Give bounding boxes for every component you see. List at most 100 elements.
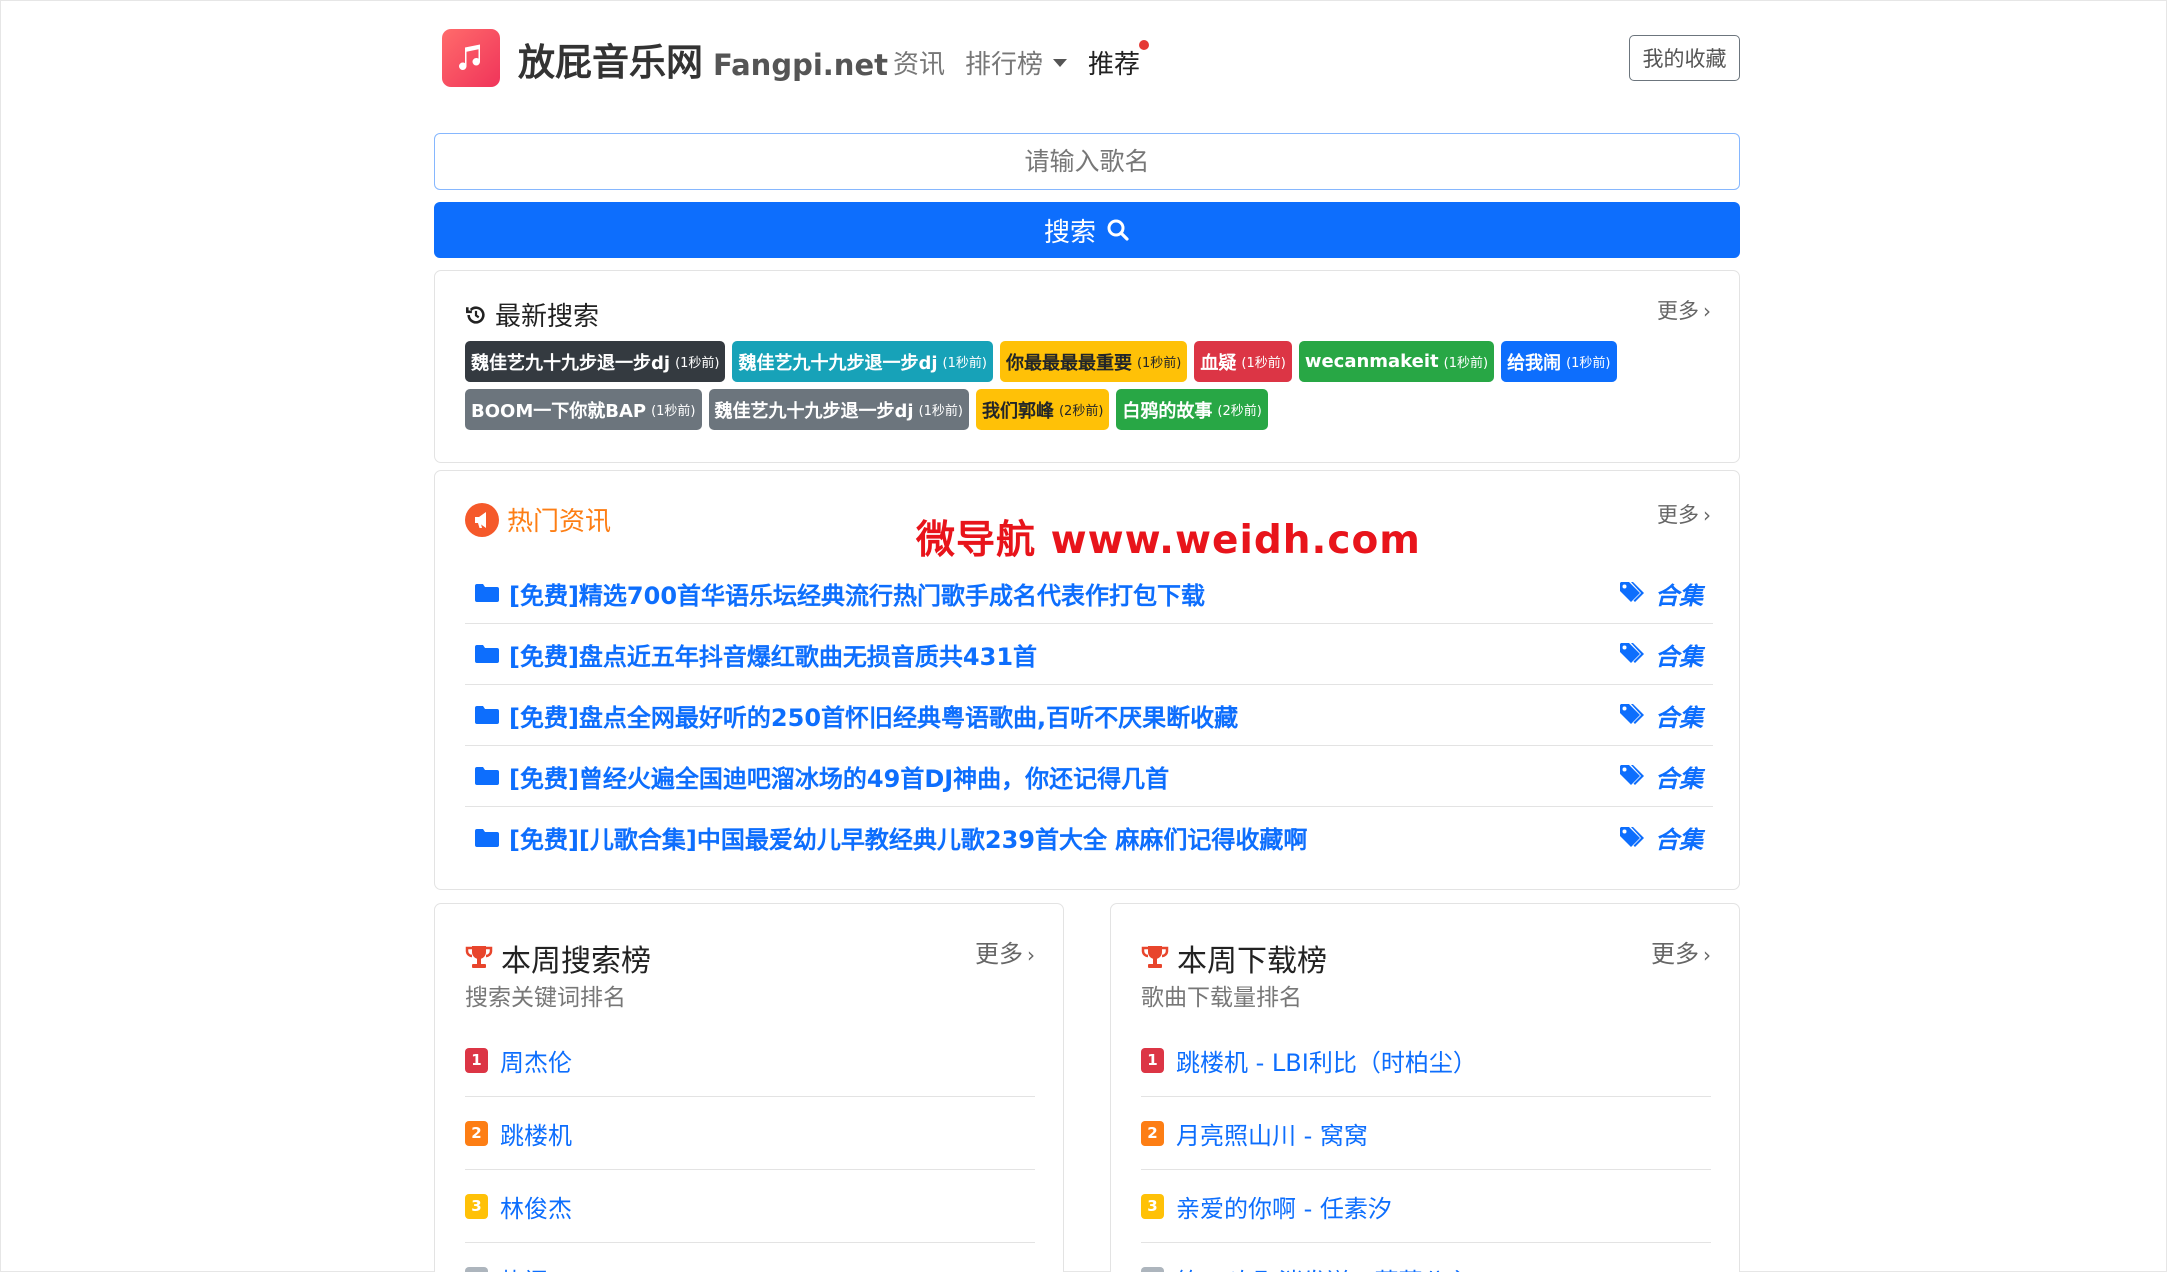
weekly-download-list: 1 跳楼机 - LBI利比（时柏尘） 2 月亮照山川 - 窝窝 3 亲爱的你啊 - 任… bbox=[1141, 1024, 1711, 1272]
rank-song[interactable]: 第57次取消发送 - 菲菲公主 bbox=[1176, 1262, 1470, 1272]
news-list: [免费]精选700首华语乐坛经典流行热门歌手成名代表作打包下载 合集 [免费]盘… bbox=[465, 563, 1713, 868]
latest-search-title-text: 最新搜索 bbox=[495, 302, 600, 332]
rank-number: 2 bbox=[465, 1120, 488, 1146]
rank-item[interactable]: 4 第57次取消发送 - 菲菲公主 bbox=[1141, 1243, 1711, 1272]
search-tag[interactable]: 给我闹 (1秒前) bbox=[1501, 341, 1617, 382]
rank-item[interactable]: 4 热门 bbox=[465, 1243, 1035, 1272]
search-tag[interactable]: 白鸦的故事 (2秒前) bbox=[1116, 389, 1268, 430]
search-tag[interactable]: 我们郭峰 (2秒前) bbox=[975, 389, 1110, 430]
rank-item[interactable]: 1 周杰伦 bbox=[465, 1024, 1035, 1097]
tags-icon bbox=[1620, 826, 1644, 847]
rank-item[interactable]: 3 亲爱的你啊 - 任素汐 bbox=[1141, 1170, 1711, 1243]
rank-song[interactable]: 跳楼机 - LBI利比（时柏尘） bbox=[1176, 1043, 1477, 1078]
news-link[interactable]: [免费]曾经火遍全国迪吧溜冰场的49首DJ神曲，你还记得几首 bbox=[509, 759, 1169, 794]
weekly-download-more-label: 更多 bbox=[1651, 940, 1699, 968]
rank-keyword[interactable]: 林俊杰 bbox=[500, 1189, 572, 1224]
news-link-row[interactable]: [免费]盘点近五年抖音爆红歌曲无损音质共431首 bbox=[475, 637, 1037, 672]
hot-more-link[interactable]: 更多 › bbox=[1657, 499, 1711, 529]
rank-item[interactable]: 3 林俊杰 bbox=[465, 1170, 1035, 1243]
rank-number: 1 bbox=[465, 1047, 488, 1073]
rank-song[interactable]: 月亮照山川 - 窝窝 bbox=[1176, 1116, 1368, 1151]
news-link[interactable]: [免费][儿歌合集]中国最爱幼儿早教经典儿歌239首大全 麻麻们记得收藏啊 bbox=[509, 820, 1307, 855]
trophy-icon bbox=[1141, 946, 1169, 968]
brand-name: 放屁音乐网 bbox=[518, 41, 703, 84]
collection-tag-label: 合集 bbox=[1655, 642, 1703, 671]
search-input[interactable] bbox=[434, 133, 1740, 190]
tags-icon bbox=[1620, 765, 1644, 785]
weekly-search-more-link[interactable]: 更多 › bbox=[975, 934, 1035, 969]
rank-number: 1 bbox=[1141, 1047, 1164, 1073]
collection-tag[interactable]: 合集 bbox=[1619, 576, 1703, 611]
search-tag[interactable]: 血疑 (1秒前) bbox=[1194, 341, 1292, 382]
folder-icon bbox=[475, 767, 499, 785]
folder-icon bbox=[475, 706, 499, 724]
news-item: [免费]精选700首华语乐坛经典流行热门歌手成名代表作打包下载 合集 bbox=[465, 563, 1713, 624]
news-link[interactable]: [免费]盘点近五年抖音爆红歌曲无损音质共431首 bbox=[509, 637, 1037, 672]
weekly-download-more-link[interactable]: 更多 › bbox=[1651, 934, 1711, 969]
nav-recommend[interactable]: 推荐 bbox=[1088, 40, 1150, 81]
rank-keyword[interactable]: 周杰伦 bbox=[500, 1043, 572, 1078]
search-tag-time: (1秒前) bbox=[918, 404, 963, 419]
news-link[interactable]: [免费]精选700首华语乐坛经典流行热门歌手成名代表作打包下载 bbox=[509, 576, 1205, 611]
chevron-right-icon: › bbox=[1703, 299, 1711, 323]
search-button[interactable]: 搜索 bbox=[434, 202, 1740, 258]
search-tag[interactable]: 魏佳艺九十九步退一步dj (1秒前) bbox=[708, 389, 969, 430]
search-tag[interactable]: 魏佳艺九十九步退一步dj (1秒前) bbox=[732, 341, 993, 382]
folder-icon bbox=[475, 828, 499, 847]
brand-domain: Fangpi.net bbox=[713, 48, 888, 82]
collection-tag-label: 合集 bbox=[1655, 581, 1703, 610]
search-tag[interactable]: 你最最最最重要 (1秒前) bbox=[999, 341, 1188, 382]
collection-tag[interactable]: 合集 bbox=[1619, 820, 1703, 855]
brand-link[interactable]: 放屁音乐网 Fangpi.net bbox=[518, 32, 888, 86]
hot-more-label: 更多 bbox=[1657, 503, 1699, 527]
tags-icon bbox=[1620, 582, 1644, 602]
collection-tag[interactable]: 合集 bbox=[1619, 698, 1703, 733]
notification-dot bbox=[1139, 40, 1150, 50]
hot-news-card: 热门资讯 微导航 www.weidh.com 更多 › [免费]精选700首华语乐… bbox=[434, 470, 1740, 890]
search-tag[interactable]: BOOM一下你就BAP (1秒前) bbox=[465, 389, 702, 430]
weekly-search-list: 1 周杰伦 2 跳楼机 3 林俊杰 4 热门 bbox=[465, 1024, 1035, 1272]
rank-song[interactable]: 亲爱的你啊 - 任素汐 bbox=[1176, 1189, 1392, 1224]
music-note-icon[interactable] bbox=[442, 29, 500, 87]
chevron-right-icon: › bbox=[1703, 943, 1711, 967]
search-tag-time: (2秒前) bbox=[1217, 404, 1262, 419]
main-container: 放屁音乐网 Fangpi.net 资讯 排行榜 推荐 我的收藏 搜索 最新搜索 更… bbox=[434, 0, 1740, 1272]
latest-more-link[interactable]: 更多 › bbox=[1657, 295, 1711, 325]
collection-tag[interactable]: 合集 bbox=[1619, 759, 1703, 794]
search-tag-time: (1秒前) bbox=[942, 356, 987, 371]
rank-keyword[interactable]: 跳楼机 bbox=[500, 1116, 572, 1151]
rank-number: 3 bbox=[1141, 1193, 1164, 1219]
weekly-download-subtitle: 歌曲下载量排名 bbox=[1141, 985, 1302, 1011]
news-link-row[interactable]: [免费]盘点全网最好听的250首怀旧经典粤语歌曲,百听不厌果断收藏 bbox=[475, 698, 1238, 733]
collection-tag-label: 合集 bbox=[1655, 764, 1703, 793]
nav-recommend-label: 推荐 bbox=[1088, 50, 1141, 80]
search-tag-time: (1秒前) bbox=[651, 404, 696, 419]
news-link-row[interactable]: [免费]精选700首华语乐坛经典流行热门歌手成名代表作打包下载 bbox=[475, 576, 1205, 611]
rank-item[interactable]: 2 月亮照山川 - 窝窝 bbox=[1141, 1097, 1711, 1170]
trophy-icon bbox=[465, 946, 493, 968]
rank-number: 3 bbox=[465, 1193, 488, 1219]
nav-rank-label: 排行榜 bbox=[965, 50, 1044, 80]
search-tag[interactable]: 魏佳艺九十九步退一步dj (1秒前) bbox=[465, 341, 726, 382]
search-tag-text: 你最最最最重要 bbox=[1005, 352, 1132, 374]
nav-rank-dropdown[interactable]: 排行榜 bbox=[965, 44, 1068, 81]
rank-item[interactable]: 1 跳楼机 - LBI利比（时柏尘） bbox=[1141, 1024, 1711, 1097]
news-link-row[interactable]: [免费][儿歌合集]中国最爱幼儿早教经典儿歌239首大全 麻麻们记得收藏啊 bbox=[475, 820, 1307, 855]
search-tag-text: wecanmakeit bbox=[1304, 351, 1439, 372]
search-tag[interactable]: wecanmakeit (1秒前) bbox=[1298, 341, 1495, 382]
favorites-button[interactable]: 我的收藏 bbox=[1629, 35, 1740, 81]
collection-tag[interactable]: 合集 bbox=[1619, 637, 1703, 672]
weekly-search-title: 本周搜索榜 bbox=[465, 936, 651, 980]
chevron-right-icon: › bbox=[1027, 943, 1035, 967]
chevron-right-icon: › bbox=[1703, 503, 1711, 527]
news-link[interactable]: [免费]盘点全网最好听的250首怀旧经典粤语歌曲,百听不厌果断收藏 bbox=[509, 698, 1238, 733]
weekly-search-title-text: 本周搜索榜 bbox=[501, 944, 651, 979]
weekly-search-card: 本周搜索榜 搜索关键词排名 更多› 1 周杰伦 2 跳楼机 3 林俊杰 4 热门 bbox=[434, 903, 1064, 1272]
folder-icon bbox=[475, 584, 499, 602]
caret-down-icon bbox=[1053, 58, 1068, 67]
rank-keyword[interactable]: 热门 bbox=[500, 1262, 548, 1272]
news-link-row[interactable]: [免费]曾经火遍全国迪吧溜冰场的49首DJ神曲，你还记得几首 bbox=[475, 759, 1169, 794]
nav-news[interactable]: 资讯 bbox=[893, 44, 945, 81]
megaphone-icon bbox=[465, 502, 499, 537]
rank-item[interactable]: 2 跳楼机 bbox=[465, 1097, 1035, 1170]
